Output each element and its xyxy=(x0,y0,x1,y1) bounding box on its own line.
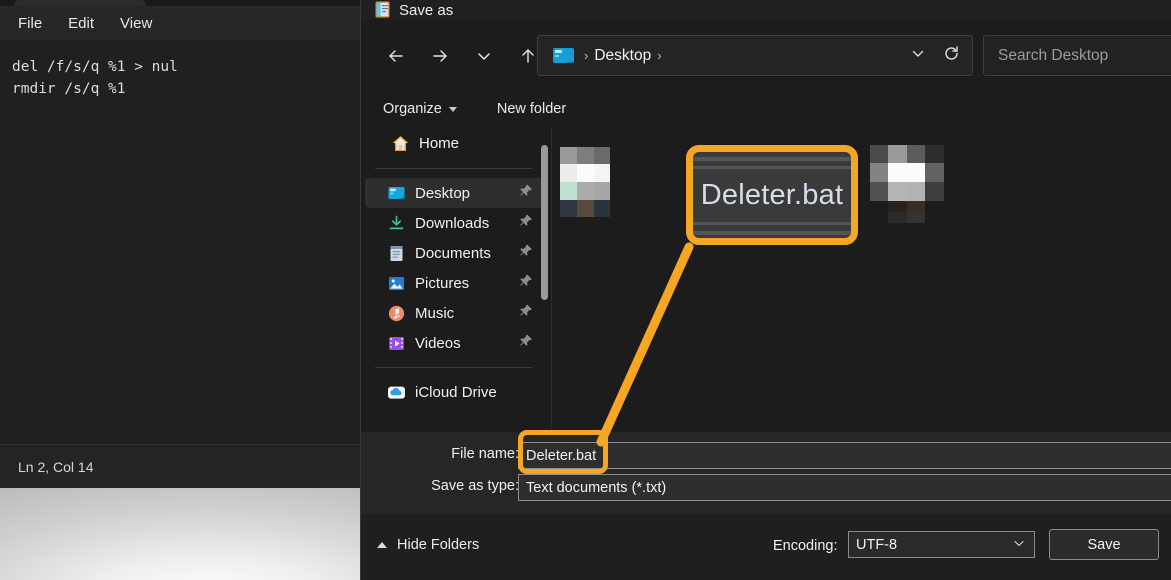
sidebar-label-music: Music xyxy=(415,305,454,322)
encoding-select[interactable]: UTF-8 xyxy=(848,531,1035,558)
encoding-label: Encoding: xyxy=(773,538,838,554)
dialog-content: Home Desktop xyxy=(361,127,1171,432)
encoding-value: UTF-8 xyxy=(856,537,897,553)
breadcrumb-desktop[interactable]: Desktop xyxy=(594,47,651,65)
address-bar[interactable]: › Desktop › xyxy=(537,35,973,76)
downloads-icon xyxy=(387,214,406,233)
pin-icon[interactable] xyxy=(519,214,533,233)
music-icon xyxy=(387,304,406,323)
hide-folders-label: Hide Folders xyxy=(397,537,479,553)
file-thumbnail[interactable] xyxy=(560,147,610,217)
sidebar-item-home[interactable]: Home xyxy=(365,127,547,159)
sidebar-home-label: Home xyxy=(419,135,459,152)
navigation-sidebar: Home Desktop xyxy=(361,127,551,432)
save-label: Save xyxy=(1087,537,1120,553)
chevron-down-icon xyxy=(449,107,457,112)
new-folder-button[interactable]: New folder xyxy=(489,97,574,121)
editor-text-area[interactable]: del /f/s/q %1 > nul rmdir /s/q %1 xyxy=(0,40,360,444)
filename-row: File name: Deleter.bat xyxy=(361,440,1171,470)
hide-folders-button[interactable]: Hide Folders xyxy=(377,537,479,553)
sidebar-label-pictures: Pictures xyxy=(415,275,469,292)
breadcrumb-separator-trailing[interactable]: › xyxy=(657,48,661,63)
savetype-value: Text documents (*.txt) xyxy=(526,480,666,496)
filename-label: File name: xyxy=(371,446,519,462)
editor-menubar: File Edit View xyxy=(0,6,360,40)
pin-icon[interactable] xyxy=(519,334,533,353)
icloud-icon xyxy=(387,383,406,402)
menu-view[interactable]: View xyxy=(110,12,162,35)
sidebar-item-pictures[interactable]: Pictures xyxy=(365,268,547,298)
forward-button[interactable] xyxy=(423,39,457,73)
organize-label: Organize xyxy=(383,101,442,117)
savetype-label: Save as type: xyxy=(371,478,519,494)
organize-button[interactable]: Organize xyxy=(375,97,465,121)
sidebar-item-videos[interactable]: Videos xyxy=(365,328,547,358)
desktop-icon xyxy=(387,184,406,203)
notepad-window: File Edit View del /f/s/q %1 > nul rmdir… xyxy=(0,0,360,580)
sidebar-label-downloads: Downloads xyxy=(415,215,489,232)
back-button[interactable] xyxy=(379,39,413,73)
menu-edit[interactable]: Edit xyxy=(58,12,104,35)
sidebar-item-downloads[interactable]: Downloads xyxy=(365,208,547,238)
file-list-pane[interactable] xyxy=(551,127,1171,432)
pin-icon[interactable] xyxy=(519,184,533,203)
savetype-row: Save as type: Text documents (*.txt) xyxy=(361,472,1171,502)
breadcrumb-separator: › xyxy=(584,48,588,63)
sidebar-item-desktop[interactable]: Desktop xyxy=(365,178,547,208)
dialog-titlebar: Save as xyxy=(361,0,1171,20)
notepad-icon xyxy=(375,1,391,18)
documents-icon xyxy=(387,244,406,263)
pin-icon[interactable] xyxy=(519,304,533,323)
file-thumbnail[interactable] xyxy=(870,145,944,223)
dialog-form: File name: Deleter.bat Save as type: Tex… xyxy=(361,432,1171,514)
cursor-position: Ln 2, Col 14 xyxy=(18,459,94,475)
chevron-down-icon[interactable] xyxy=(910,45,926,66)
pin-icon[interactable] xyxy=(519,274,533,293)
sidebar-item-documents[interactable]: Documents xyxy=(365,238,547,268)
dialog-title: Save as xyxy=(399,2,453,19)
recent-locations-button[interactable] xyxy=(467,39,501,73)
sidebar-scrollbar-thumb[interactable] xyxy=(541,145,548,300)
videos-icon xyxy=(387,334,406,353)
save-as-dialog: Save as xyxy=(360,0,1171,580)
search-placeholder: Search Desktop xyxy=(998,47,1108,65)
save-button[interactable]: Save xyxy=(1049,529,1159,560)
menu-file[interactable]: File xyxy=(8,12,52,35)
chevron-up-icon xyxy=(377,542,387,548)
new-folder-label: New folder xyxy=(497,101,566,117)
sidebar-item-icloud-drive[interactable]: iCloud Drive xyxy=(365,377,547,407)
chevron-down-icon xyxy=(1012,536,1026,554)
dialog-toolbar: Organize New folder xyxy=(361,91,1171,127)
sidebar-label-documents: Documents xyxy=(415,245,491,262)
filename-value: Deleter.bat xyxy=(526,448,596,464)
code-line: rmdir /s/q %1 xyxy=(12,78,348,100)
sidebar-label-videos: Videos xyxy=(415,335,461,352)
filename-input[interactable]: Deleter.bat xyxy=(518,442,1171,469)
sidebar-item-music[interactable]: Music xyxy=(365,298,547,328)
desktop-monitor-icon xyxy=(552,47,575,64)
desktop-background xyxy=(0,488,360,580)
editor-statusbar: Ln 2, Col 14 xyxy=(0,444,360,488)
sidebar-divider xyxy=(375,168,533,169)
sidebar-label-icloud: iCloud Drive xyxy=(415,384,497,401)
refresh-icon[interactable] xyxy=(943,45,960,67)
dialog-footer: Hide Folders Encoding: UTF-8 Save xyxy=(361,514,1171,580)
sidebar-divider-cloud xyxy=(375,367,533,368)
savetype-select[interactable]: Text documents (*.txt) xyxy=(518,474,1171,501)
pictures-icon xyxy=(387,274,406,293)
search-input[interactable]: Search Desktop xyxy=(983,35,1171,76)
screen: File Edit View del /f/s/q %1 > nul rmdir… xyxy=(0,0,1171,580)
code-line: del /f/s/q %1 > nul xyxy=(12,56,348,78)
home-icon xyxy=(391,134,410,153)
pin-icon[interactable] xyxy=(519,244,533,263)
sidebar-label-desktop: Desktop xyxy=(415,185,470,202)
